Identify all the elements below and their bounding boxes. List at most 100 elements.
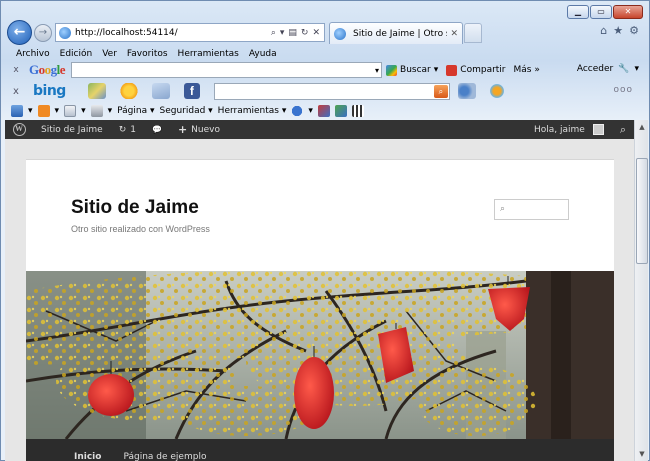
site-description: Otro sitio realizado con WordPress — [71, 224, 210, 234]
mail-icon[interactable] — [151, 83, 170, 99]
research-icon[interactable] — [317, 105, 330, 117]
bing-search-input[interactable]: ⌕ — [213, 82, 450, 100]
new-tab-button[interactable] — [464, 23, 482, 43]
plus-icon: + — [177, 123, 188, 136]
feeds-dropdown-icon[interactable]: ▾ — [55, 106, 60, 116]
mas-label: Más » — [513, 65, 540, 75]
new-label: Nuevo — [191, 124, 220, 135]
facebook-icon[interactable]: f — [183, 83, 200, 99]
scroll-up-arrow-icon[interactable]: ▲ — [637, 122, 647, 132]
favorites-star-icon[interactable]: ★ — [613, 24, 623, 37]
close-window-button[interactable]: ✕ — [613, 5, 643, 19]
compatibility-view-icon[interactable]: ▤ — [288, 28, 297, 38]
address-dropdown-icon[interactable]: ▾ — [280, 28, 285, 38]
pagina-menu[interactable]: Página ▾ — [117, 106, 154, 116]
acceder-label: Acceder — [576, 64, 614, 74]
admin-site-name-label: Sitio de Jaime — [41, 124, 103, 135]
google-toolbar-close-icon[interactable]: x — [9, 65, 23, 75]
bing-more-icon[interactable]: ooo — [613, 85, 633, 95]
site-navigation: Inicio Página de ejemplo — [26, 439, 614, 461]
feeds-icon[interactable] — [37, 105, 50, 117]
buscar-dropdown-icon: ▾ — [433, 65, 439, 75]
site-title[interactable]: Sitio de Jaime — [71, 197, 199, 219]
home-icon[interactable]: ⌂ — [600, 24, 607, 37]
bing-extra-icons — [457, 83, 506, 99]
navigation-row: ← → http://localhost:54114/ ⌕ ▾ ▤ ↻ ✕ Si… — [5, 20, 645, 46]
wrench-icon[interactable]: 🔧 — [618, 64, 629, 74]
help-icon[interactable] — [291, 105, 304, 117]
mail-dropdown-icon[interactable]: ▾ — [81, 106, 86, 116]
google-search-dropdown-icon[interactable]: ▾ — [375, 66, 379, 75]
wordpress-logo-icon[interactable]: W — [5, 120, 33, 139]
buscar-button[interactable]: Buscar ▾ — [386, 64, 439, 76]
menu-ayuda[interactable]: Ayuda — [244, 49, 282, 59]
address-search-icon[interactable]: ⌕ — [271, 28, 276, 38]
address-tools: ⌕ ▾ ▤ ↻ ✕ — [271, 28, 324, 38]
acceder-button[interactable]: Acceder 🔧 ▾ — [577, 64, 639, 74]
site-search-input[interactable]: ⌕ — [494, 199, 569, 220]
tab-close-icon[interactable]: ✕ — [450, 29, 458, 39]
bing-search-go-icon[interactable]: ⌕ — [433, 84, 448, 98]
video-icon[interactable] — [457, 83, 476, 99]
help-dropdown-icon[interactable]: ▾ — [308, 106, 313, 116]
admin-new[interactable]: + Nuevo — [170, 123, 228, 136]
scroll-down-arrow-icon[interactable]: ▼ — [637, 449, 647, 459]
herramientas-menu[interactable]: Herramientas ▾ — [218, 106, 287, 116]
tools-gear-icon[interactable]: ⚙ — [629, 24, 639, 37]
google-g-icon — [386, 64, 398, 76]
print-dropdown-icon[interactable]: ▾ — [108, 106, 113, 116]
bing-toolbar: x bing f ⌕ ooo — [3, 80, 647, 102]
admin-updates[interactable]: ↻ 1 — [111, 125, 144, 135]
back-button[interactable]: ← — [7, 20, 32, 45]
tab-title: Sitio de Jaime | Otro sitio re... — [353, 28, 447, 39]
refresh-icon[interactable]: ↻ — [301, 28, 309, 38]
bing-toolbar-close-icon[interactable]: x — [9, 86, 23, 97]
tab-sitio-de-jaime[interactable]: Sitio de Jaime | Otro sitio re... ✕ — [329, 22, 463, 44]
admin-search-icon[interactable]: ⌕ — [612, 123, 634, 137]
google-toolbar: x Google ▾ Buscar ▾ Compartir Más » Acce… — [3, 60, 647, 80]
seguridad-menu[interactable]: Seguridad ▾ — [159, 106, 212, 116]
weather-sun-icon[interactable] — [119, 83, 138, 99]
url-text[interactable]: http://localhost:54114/ — [75, 28, 271, 38]
mas-button[interactable]: Más » — [514, 65, 540, 75]
compartir-button[interactable]: Compartir — [446, 64, 506, 76]
menu-bar: Archivo Edición Ver Favoritos Herramient… — [3, 46, 647, 61]
translate-icon[interactable] — [487, 83, 506, 99]
admin-bar-right: Hola, jaime ⌕ — [526, 120, 634, 139]
home-cmd-icon[interactable] — [11, 105, 23, 117]
stop-icon[interactable]: ✕ — [312, 28, 320, 38]
bing-maps-icon[interactable] — [87, 83, 106, 99]
nav-inicio[interactable]: Inicio — [74, 452, 101, 461]
minimize-button[interactable]: ▁ — [567, 5, 589, 19]
acceder-dropdown-icon[interactable]: ▾ — [634, 64, 639, 74]
messenger-icon[interactable] — [334, 105, 347, 117]
google-search-input[interactable]: ▾ — [71, 62, 383, 78]
menu-favoritos[interactable]: Favoritos — [122, 49, 173, 59]
compartir-label: Compartir — [460, 65, 506, 75]
menu-ver[interactable]: Ver — [97, 49, 122, 59]
admin-account[interactable]: Hola, jaime — [526, 124, 612, 135]
print-icon[interactable] — [90, 105, 103, 117]
menu-herramientas[interactable]: Herramientas — [173, 49, 244, 59]
nav-pagina-de-ejemplo[interactable]: Página de ejemplo — [123, 452, 206, 461]
admin-site-name[interactable]: Sitio de Jaime — [33, 125, 111, 135]
address-bar[interactable]: http://localhost:54114/ ⌕ ▾ ▤ ↻ ✕ — [55, 23, 325, 42]
menu-archivo[interactable]: Archivo — [11, 49, 55, 59]
menu-edicion[interactable]: Edición — [55, 49, 98, 59]
maximize-button[interactable]: ▭ — [590, 5, 612, 19]
google-logo[interactable]: Google — [29, 62, 66, 78]
bing-icon-group: f — [87, 83, 200, 99]
mail-cmd-icon[interactable] — [64, 105, 77, 117]
admin-comments[interactable]: 💬 — [144, 125, 170, 134]
home-cmd-dropdown-icon[interactable]: ▾ — [28, 106, 33, 116]
share-icon — [446, 64, 458, 76]
wordpress-logo-letter: W — [12, 123, 26, 136]
avatar — [592, 124, 604, 135]
bing-logo[interactable]: bing — [33, 83, 66, 99]
grid-icon[interactable] — [351, 105, 364, 117]
buscar-label: Buscar — [400, 65, 431, 75]
blossom-lantern-photo — [26, 271, 614, 439]
forward-button[interactable]: → — [34, 24, 52, 42]
scroll-thumb[interactable] — [636, 158, 648, 264]
vertical-scrollbar[interactable]: ▲ ▼ — [634, 120, 648, 461]
